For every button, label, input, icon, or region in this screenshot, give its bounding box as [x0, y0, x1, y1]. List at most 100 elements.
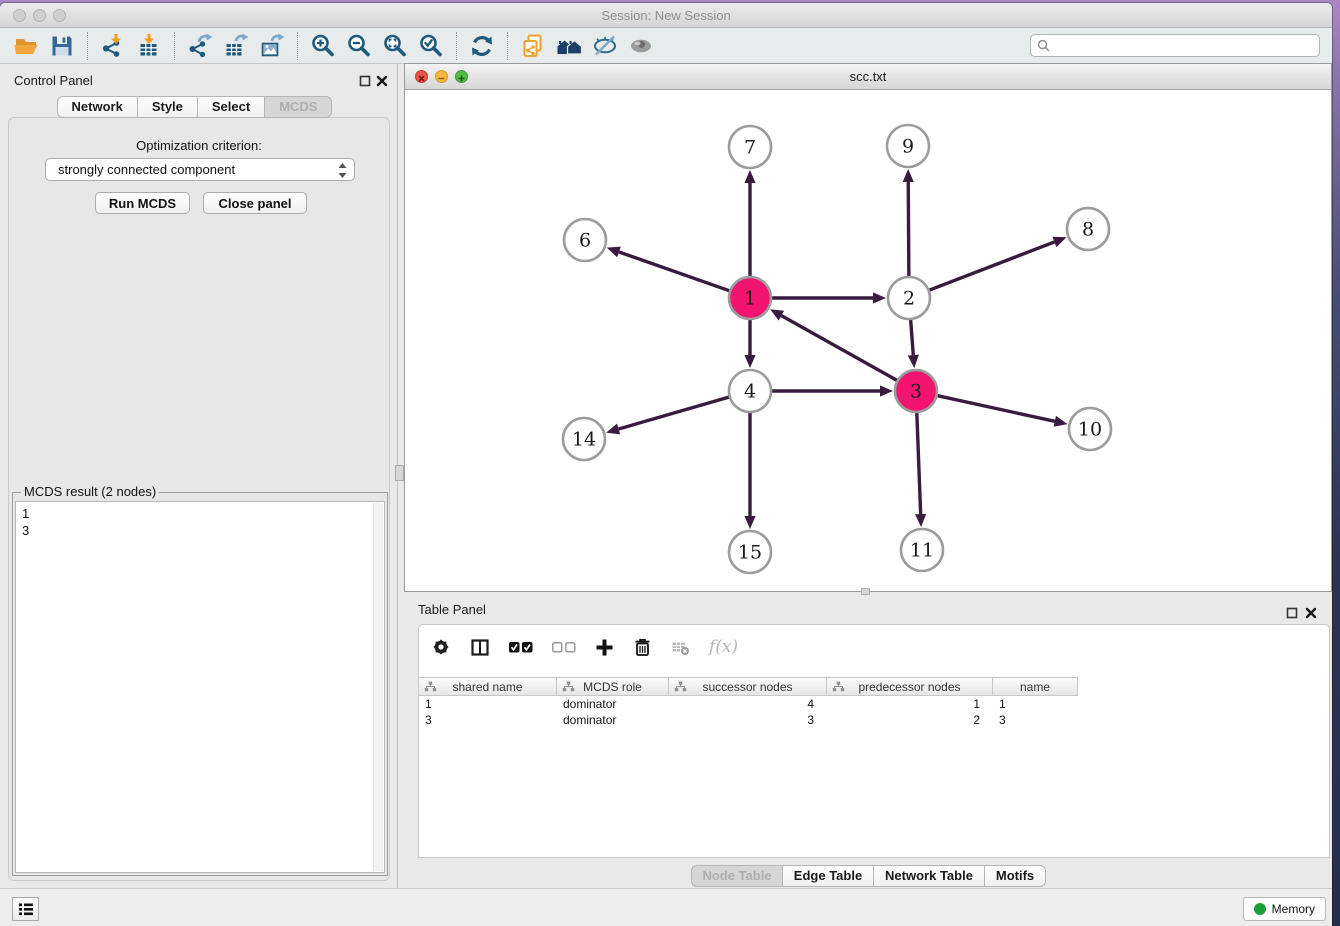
main-toolbar	[0, 28, 1332, 64]
column-header-successor-nodes[interactable]: successor nodes	[669, 678, 827, 695]
toolbar-separator	[174, 32, 175, 60]
float-panel-icon[interactable]	[359, 74, 371, 92]
graph-node-11[interactable]: 11	[901, 529, 943, 571]
graph-node-4[interactable]: 4	[729, 370, 771, 412]
float-panel-icon[interactable]	[1286, 606, 1298, 624]
network-canvas[interactable]: 7 9 6 8 1 2 4 3 14 10 15 11	[405, 90, 1331, 591]
close-panel-icon[interactable]	[1305, 606, 1317, 624]
import-table-icon[interactable]	[131, 31, 167, 61]
run-mcds-button[interactable]: Run MCDS	[95, 192, 190, 214]
graph-node-14[interactable]: 14	[563, 418, 605, 460]
graph-node-1[interactable]: 1	[729, 277, 771, 319]
cell-name[interactable]: 1	[993, 696, 1078, 712]
cell-shared-name[interactable]: 1	[419, 696, 557, 712]
edge-3-1[interactable]	[770, 309, 897, 380]
app-window: Session: New Session	[0, 3, 1332, 926]
column-header-mcds-role[interactable]: MCDS role	[557, 678, 669, 695]
memory-button[interactable]: Memory	[1243, 897, 1326, 921]
graph-node-9[interactable]: 9	[887, 125, 929, 167]
zoom-in-icon[interactable]	[305, 31, 341, 61]
zoom-selected-icon[interactable]	[413, 31, 449, 61]
edge-3-11[interactable]	[915, 413, 926, 527]
column-header-predecessor-nodes[interactable]: predecessor nodes	[827, 678, 993, 695]
export-image-icon[interactable]	[254, 31, 290, 61]
graph-node-2[interactable]: 2	[888, 277, 930, 319]
edge-2-9[interactable]	[903, 169, 914, 276]
zoom-fit-icon[interactable]	[377, 31, 413, 61]
frame-maximize-button[interactable]	[455, 70, 468, 83]
network-frame-titlebar: scc.txt	[405, 64, 1331, 90]
table-settings-gear-icon[interactable]	[431, 636, 451, 658]
edge-4-3[interactable]	[772, 385, 893, 396]
edge-3-10[interactable]	[937, 396, 1067, 427]
open-session-icon[interactable]	[8, 31, 44, 61]
horizontal-divider-handle[interactable]	[861, 588, 870, 595]
export-network-icon[interactable]	[182, 31, 218, 61]
refresh-layout-icon[interactable]	[464, 31, 500, 61]
splitter-handle[interactable]	[395, 465, 404, 481]
column-header-shared-name[interactable]: shared name	[419, 678, 557, 695]
tab-motifs[interactable]: Motifs	[984, 865, 1046, 887]
edge-1-4[interactable]	[744, 320, 755, 368]
graph-node-8[interactable]: 8	[1067, 208, 1109, 250]
zoom-out-icon[interactable]	[341, 31, 377, 61]
frame-close-button[interactable]	[415, 70, 428, 83]
save-session-icon[interactable]	[44, 31, 80, 61]
edge-1-6[interactable]	[607, 247, 730, 291]
column-header-name[interactable]: name	[993, 678, 1078, 695]
cell-successor-nodes[interactable]: 4	[669, 696, 827, 712]
graph-node-15[interactable]: 15	[729, 531, 771, 573]
graph-node-10[interactable]: 10	[1069, 408, 1111, 450]
graph-node-7[interactable]: 7	[729, 126, 771, 168]
show-all-views-icon[interactable]	[551, 31, 587, 61]
edge-4-14[interactable]	[606, 397, 729, 434]
show-panel-icon[interactable]	[623, 31, 659, 61]
frame-minimize-button[interactable]	[435, 70, 448, 83]
svg-text:3: 3	[910, 381, 922, 403]
optimization-criterion-select[interactable]: strongly connected component	[45, 158, 355, 181]
cell-mcds-role[interactable]: dominator	[557, 696, 669, 712]
graph-node-6[interactable]: 6	[564, 219, 606, 261]
edge-1-2[interactable]	[772, 292, 886, 303]
mcds-result-text[interactable]: 13	[15, 501, 385, 873]
svg-text:9: 9	[902, 136, 914, 158]
window-title: Session: New Session	[0, 3, 1332, 28]
show-columns-icon[interactable]	[470, 636, 490, 658]
tab-mcds[interactable]: MCDS	[264, 96, 332, 118]
cell-successor-nodes[interactable]: 3	[669, 712, 827, 728]
tab-edge-table[interactable]: Edge Table	[782, 865, 874, 887]
result-scrollbar[interactable]	[373, 503, 383, 871]
edge-1-7[interactable]	[744, 170, 755, 276]
tab-node-table[interactable]: Node Table	[691, 865, 783, 887]
cell-shared-name[interactable]: 3	[419, 712, 557, 728]
edge-2-8[interactable]	[930, 237, 1067, 290]
hide-panel-icon[interactable]	[587, 31, 623, 61]
cell-predecessor-nodes[interactable]: 2	[827, 712, 993, 728]
edge-2-3[interactable]	[908, 320, 919, 368]
cell-predecessor-nodes[interactable]: 1	[827, 696, 993, 712]
toolbar-separator	[87, 32, 88, 60]
close-panel-button[interactable]: Close panel	[203, 192, 307, 214]
import-network-icon[interactable]	[95, 31, 131, 61]
deselect-all-icon[interactable]	[552, 636, 576, 658]
tab-style[interactable]: Style	[137, 96, 198, 118]
tab-network-table[interactable]: Network Table	[873, 865, 985, 887]
table-row: 3dominator323	[419, 712, 1329, 728]
cell-mcds-role[interactable]: dominator	[557, 712, 669, 728]
svg-text:7: 7	[744, 137, 756, 159]
tab-select[interactable]: Select	[197, 96, 265, 118]
edge-4-15[interactable]	[744, 413, 755, 529]
svg-text:10: 10	[1078, 419, 1102, 441]
close-panel-icon[interactable]	[376, 74, 388, 92]
cell-name[interactable]: 3	[993, 712, 1078, 728]
delete-column-icon[interactable]	[633, 636, 652, 658]
table-body: 1dominator4113dominator323	[419, 696, 1329, 728]
add-column-icon[interactable]	[595, 636, 614, 658]
select-all-icon[interactable]	[509, 636, 533, 658]
search-input[interactable]	[1054, 36, 1319, 55]
export-table-icon[interactable]	[218, 31, 254, 61]
graph-node-3[interactable]: 3	[895, 370, 937, 412]
tab-network[interactable]: Network	[57, 96, 138, 118]
task-history-button[interactable]	[12, 897, 39, 921]
clone-network-icon[interactable]	[515, 31, 551, 61]
